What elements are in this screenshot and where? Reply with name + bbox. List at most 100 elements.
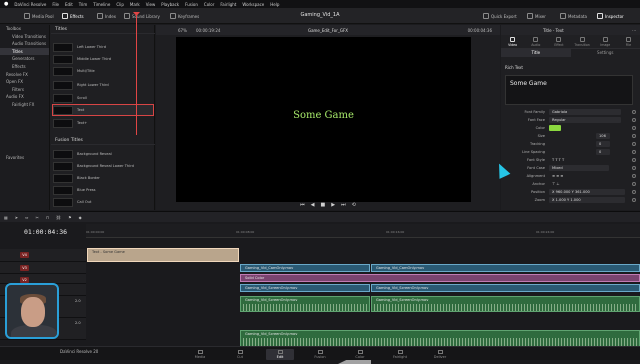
title-text-plus[interactable]: Text+	[53, 118, 153, 128]
page-edit[interactable]: Edit	[266, 349, 294, 360]
audio-clip-a1-1[interactable]: Gaming_Vid_ScreenOnly.mov	[240, 296, 370, 312]
video-clip-camonly-2[interactable]: Gaming_Vid_CamOnly.mov	[371, 264, 640, 272]
menu-trim[interactable]: Trim	[79, 2, 88, 7]
timeline-name[interactable]: Game_Edit_For_GFX	[156, 28, 500, 33]
tree-generators[interactable]: Generators	[0, 55, 49, 63]
video-canvas[interactable]: Some Game	[176, 37, 471, 202]
link-icon[interactable]: ⛓	[56, 215, 61, 220]
skip-start-icon[interactable]: ⏮	[300, 202, 305, 208]
fusion-title-background-reveal-lower-third[interactable]: Background Reveal Lower Third	[53, 161, 153, 171]
reset-icon[interactable]	[632, 142, 636, 146]
fusion-title-call-out[interactable]: Call Out	[53, 197, 153, 207]
video-clip-screenonly-1[interactable]: Gaming_Vid_ScreenOnly.mov	[240, 284, 370, 292]
reset-icon[interactable]	[632, 158, 636, 162]
layout-icon[interactable]: ▦	[4, 215, 8, 220]
tab-video[interactable]: Video	[501, 35, 524, 48]
menu-file[interactable]: File	[52, 2, 59, 7]
fusion-title-background-reveal[interactable]: Background Reveal	[53, 149, 153, 159]
subtab-title[interactable]: Title	[501, 49, 571, 57]
menu-app[interactable]: DaVinci Resolve	[14, 2, 46, 7]
tree-toolbox[interactable]: Toolbox	[0, 25, 49, 33]
tree-titles[interactable]: Titles	[0, 48, 49, 56]
reset-icon[interactable]	[632, 134, 636, 138]
tree-video-transitions[interactable]: Video Transitions	[0, 33, 49, 41]
menu-edit[interactable]: Edit	[65, 2, 73, 7]
title-left-lower-third[interactable]: Left Lower Third	[53, 42, 153, 52]
menu-playback[interactable]: Playback	[161, 2, 179, 7]
zoom-input[interactable]: X 1.000 Y 1.000	[549, 197, 625, 203]
metadata-button[interactable]: Metadata	[560, 12, 587, 20]
title-clip[interactable]: Text - Some Game	[87, 248, 239, 262]
video-clip-camonly-1[interactable]: Gaming_Vid_CamOnly.mov	[240, 264, 370, 272]
blade-tool-icon[interactable]: ✂	[36, 215, 39, 220]
subtab-settings[interactable]: Settings	[571, 49, 640, 57]
font-case-select[interactable]: Mixed	[549, 165, 609, 171]
play-icon[interactable]: ▶	[331, 202, 335, 208]
page-fusion[interactable]: Fusion	[306, 349, 334, 360]
font-family-select[interactable]: Gabriola	[549, 109, 621, 115]
fusion-title-blue-press[interactable]: Blue Press	[53, 185, 153, 195]
menu-timeline[interactable]: Timeline	[93, 2, 110, 7]
page-deliver[interactable]: Deliver	[426, 349, 454, 360]
inspector-button[interactable]: Inspector	[597, 12, 624, 20]
tab-file[interactable]: File	[617, 35, 640, 48]
marker-icon[interactable]: ◆	[79, 215, 82, 220]
title-multi-title[interactable]: Multi/Title	[53, 66, 153, 76]
reset-icon[interactable]	[632, 126, 636, 130]
canvas-title-text[interactable]: Some Game	[176, 110, 471, 121]
menu-fairlight[interactable]: Fairlight	[220, 2, 236, 7]
page-color[interactable]: Color	[346, 349, 374, 360]
reset-icon[interactable]	[632, 118, 636, 122]
menu-clip[interactable]: Clip	[116, 2, 124, 7]
video-clip-screenonly-2[interactable]: Gaming_Vid_ScreenOnly.mov	[371, 284, 640, 292]
timeline-ruler[interactable]: 01:00:00:00 01:00:08:00 01:00:16:00 01:0…	[86, 224, 640, 238]
size-input[interactable]: 106	[596, 133, 610, 139]
tab-transition[interactable]: Transition	[571, 35, 594, 48]
tracking-input[interactable]: 0	[596, 141, 610, 147]
reset-icon[interactable]	[632, 198, 636, 202]
flag-icon[interactable]: ⚑	[68, 215, 72, 220]
rich-text-field[interactable]: Some Game	[505, 75, 633, 105]
anchor-buttons[interactable]: ⊤ ⊥	[549, 181, 589, 187]
menu-view[interactable]: View	[146, 2, 156, 7]
tab-effect[interactable]: Effect	[547, 35, 570, 48]
inspector-options-icon[interactable]: ⋯	[632, 28, 636, 33]
reset-icon[interactable]	[632, 150, 636, 154]
font-face-select[interactable]: Regular	[549, 117, 621, 123]
tree-fairlight-fx[interactable]: Fairlight FX	[0, 101, 49, 109]
reset-icon[interactable]	[632, 190, 636, 194]
playhead[interactable]	[136, 12, 137, 135]
page-cut[interactable]: Cut	[226, 349, 254, 360]
reset-icon[interactable]	[632, 166, 636, 170]
menu-fusion[interactable]: Fusion	[185, 2, 198, 7]
tree-audio-transitions[interactable]: Audio Transitions	[0, 40, 49, 48]
reset-icon[interactable]	[632, 182, 636, 186]
audio-clip-a1-2[interactable]: Gaming_Vid_ScreenOnly.mov	[371, 296, 640, 312]
selection-tool-icon[interactable]: ➤	[15, 215, 18, 220]
position-input[interactable]: X 960.000 Y 361.000	[549, 189, 625, 195]
menu-workspace[interactable]: Workspace	[242, 2, 264, 7]
skip-end-icon[interactable]: ⏭	[341, 202, 346, 208]
menu-color[interactable]: Color	[204, 2, 214, 7]
play-reverse-icon[interactable]: ◀	[311, 202, 315, 208]
reset-icon[interactable]	[632, 110, 636, 114]
title-right-lower-third[interactable]: Right Lower Third	[53, 80, 153, 90]
font-style-buttons[interactable]: T T T T	[549, 157, 589, 163]
snap-icon[interactable]: ⊓	[46, 215, 49, 220]
title-scroll[interactable]: Scroll	[53, 93, 153, 103]
tree-resolve-fx[interactable]: Resolve FX	[0, 71, 49, 79]
alignment-buttons[interactable]: ≡ ≡ ≡	[549, 173, 589, 179]
line-spacing-input[interactable]: 0	[596, 149, 610, 155]
tree-effects[interactable]: Effects	[0, 63, 49, 71]
tree-filters[interactable]: Filters	[0, 86, 49, 94]
loop-icon[interactable]: ⟲	[352, 202, 356, 208]
tree-open-fx[interactable]: Open FX	[0, 78, 49, 86]
reset-icon[interactable]	[632, 174, 636, 178]
color-swatch[interactable]	[549, 125, 561, 131]
trim-tool-icon[interactable]: ⇔	[25, 215, 28, 220]
tree-audio-fx[interactable]: Audio FX	[0, 93, 49, 101]
menu-mark[interactable]: Mark	[130, 2, 140, 7]
quick-export-button[interactable]: Quick Export	[483, 12, 517, 20]
tab-image[interactable]: Image	[594, 35, 617, 48]
tab-audio[interactable]: Audio	[524, 35, 547, 48]
